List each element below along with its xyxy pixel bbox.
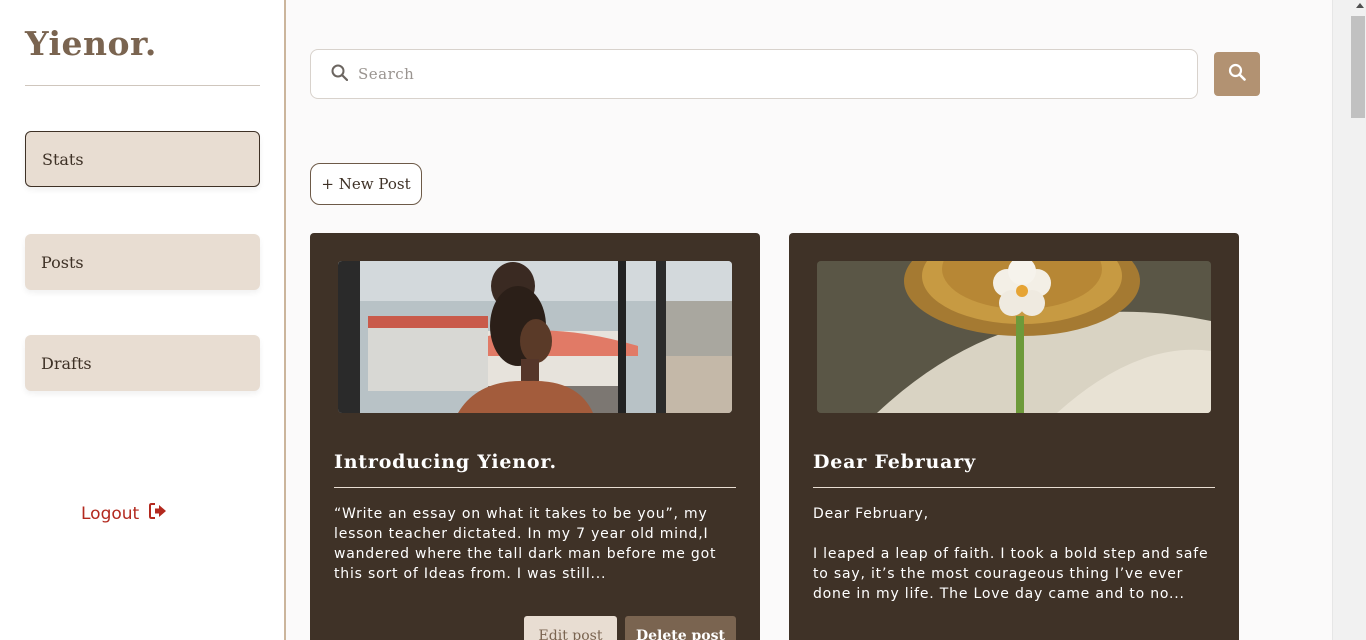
page-scrollbar[interactable] xyxy=(1332,0,1366,640)
new-post-button[interactable]: + New Post xyxy=(310,163,422,205)
post-title[interactable]: Introducing Yienor. xyxy=(334,451,557,473)
divider xyxy=(334,487,736,488)
nav-stats-button[interactable]: Stats xyxy=(25,131,260,187)
logo[interactable]: Yienor. xyxy=(25,24,157,63)
search-bar xyxy=(310,49,1198,99)
edit-post-label: Edit post xyxy=(538,628,603,640)
nav-posts-button[interactable]: Posts xyxy=(25,234,260,290)
search-icon xyxy=(1228,63,1246,85)
post-card: Dear February Dear February, I leaped a … xyxy=(789,233,1239,640)
divider xyxy=(813,487,1215,488)
post-excerpt: “Write an essay on what it takes to be y… xyxy=(334,506,717,582)
nav-drafts-button[interactable]: Drafts xyxy=(25,335,260,391)
delete-post-label: Delete post xyxy=(636,628,725,640)
scrollbar-thumb[interactable] xyxy=(1351,16,1365,118)
new-post-label: + New Post xyxy=(321,175,411,193)
nav-posts-label: Posts xyxy=(41,252,84,272)
search-button[interactable] xyxy=(1214,52,1260,96)
sidebar: Yienor. Stats Posts Drafts Logout xyxy=(0,0,286,640)
search-input[interactable] xyxy=(358,65,1178,83)
scroll-up-arrow-icon[interactable] xyxy=(1356,3,1364,8)
post-title[interactable]: Dear February xyxy=(813,451,976,473)
edit-post-button[interactable]: Edit post xyxy=(524,616,617,640)
logout-label: Logout xyxy=(81,503,140,524)
logout-button[interactable]: Logout xyxy=(81,503,167,524)
sign-out-icon xyxy=(149,503,167,524)
nav-drafts-label: Drafts xyxy=(41,353,92,373)
post-image[interactable] xyxy=(338,261,732,413)
nav-stats-label: Stats xyxy=(42,149,84,169)
delete-post-button[interactable]: Delete post xyxy=(625,616,736,640)
post-card: Introducing Yienor. “Write an essay on w… xyxy=(310,233,760,640)
post-image[interactable] xyxy=(817,261,1211,413)
search-icon xyxy=(331,64,349,85)
divider xyxy=(25,85,260,86)
post-excerpt: Dear February, I leaped a leap of faith.… xyxy=(813,506,1209,602)
